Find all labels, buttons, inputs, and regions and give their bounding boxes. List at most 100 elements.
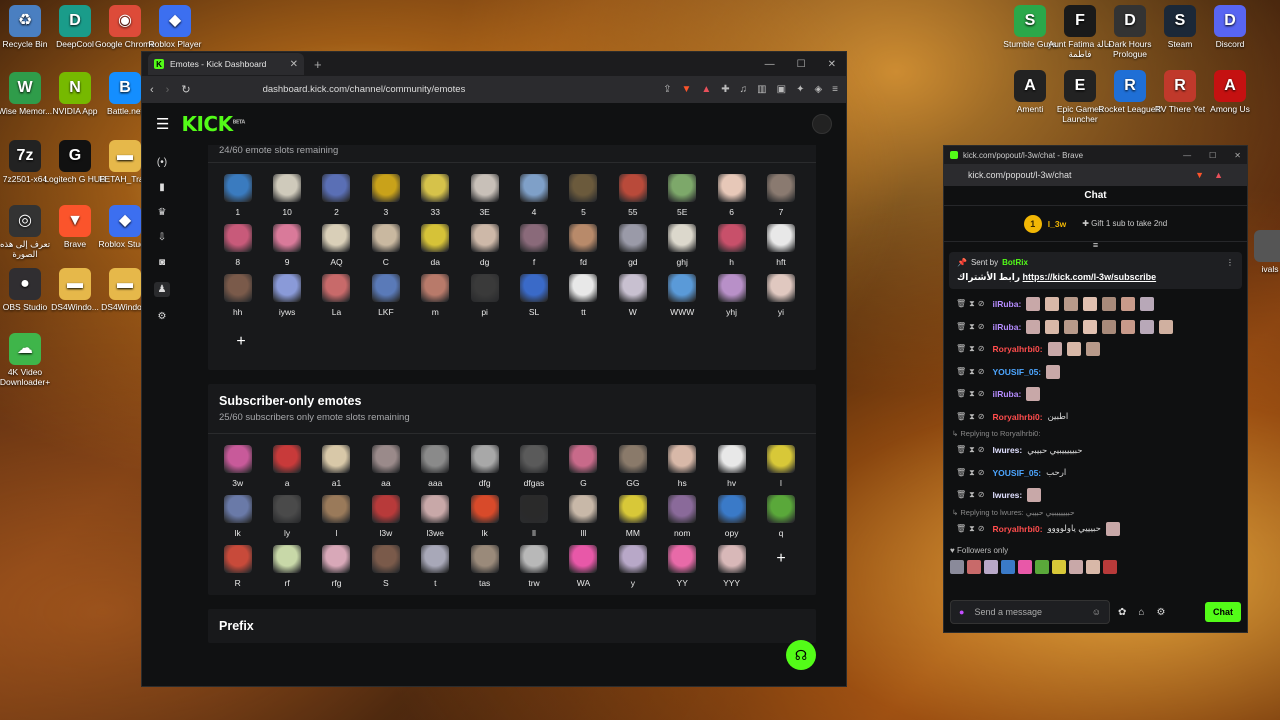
emote-item[interactable]: 33 [411,174,460,218]
wallet-icon[interactable]: ▣ [777,84,786,95]
hamburger-menu-icon[interactable]: ☰ [156,115,169,133]
emote-item[interactable]: hs [658,445,707,489]
emote-item[interactable]: 4 [509,174,558,218]
emote-item[interactable]: G [559,445,608,489]
emote-item[interactable]: a [262,445,311,489]
emote-item[interactable]: 2 [312,174,361,218]
emote-item[interactable]: m [411,274,460,318]
mod-tools-icon[interactable]: 🗑⧗⊘ [956,389,987,399]
emote-item[interactable]: tas [460,545,509,589]
emote-item[interactable]: rf [262,545,311,589]
emote-item[interactable]: lll [559,495,608,539]
emote-item[interactable]: La [312,274,361,318]
chat-username[interactable]: lwures: [992,490,1022,500]
leader-username[interactable]: l_3w [1048,219,1066,229]
mod-tools-icon[interactable]: 🗑⧗⊘ [956,490,987,500]
menu-icon[interactable]: ≡ [832,84,838,95]
mod-tools-icon[interactable]: 🗑⧗⊘ [956,322,987,332]
desktop-icon[interactable]: D Discord [1197,5,1263,50]
emote-item[interactable]: y [608,545,657,589]
emote-item[interactable]: 5E [658,174,707,218]
emote-item[interactable]: pi [460,274,509,318]
pin-options-icon[interactable]: ⋮ [1226,258,1234,267]
microphone-icon[interactable]: ● [959,607,964,617]
support-chat-button[interactable]: ☊ [786,640,816,670]
close-tab-icon[interactable]: ✕ [290,59,298,70]
stream-icon[interactable]: (•) [157,157,167,168]
emote-item[interactable]: yi [756,274,805,318]
close-window-icon[interactable]: ✕ [1234,151,1241,160]
emote-item[interactable]: fd [559,224,608,268]
emote-item[interactable]: LKF [361,274,410,318]
emote-item[interactable]: AQ [312,224,361,268]
emote-item[interactable]: a1 [312,445,361,489]
emote-item[interactable]: 1 [213,174,262,218]
desktop-icon[interactable]: ◆ Roblox Player [142,5,208,50]
emote-item[interactable]: dfg [460,445,509,489]
settings-icon[interactable]: ⚙ [1156,607,1165,618]
emote-item[interactable]: W [608,274,657,318]
trophy-icon[interactable]: ♛ [158,207,167,218]
chat-url[interactable]: kick.com/popout/l-3w/chat [968,170,1072,180]
chat-username[interactable]: ilRuba: [992,389,1021,399]
add-subscriber-emote-button[interactable]: + [756,545,805,589]
emote-item[interactable]: 55 [608,174,657,218]
quick-emote[interactable] [950,560,964,574]
emote-item[interactable]: gd [608,224,657,268]
emote-item[interactable]: hh [213,274,262,318]
mod-tools-icon[interactable]: 🗑⧗⊘ [956,445,987,455]
desktop-icon[interactable]: A Among Us [1197,70,1263,115]
quick-emote[interactable] [1103,560,1117,574]
emote-item[interactable]: dfgas [509,445,558,489]
emote-item[interactable]: da [411,224,460,268]
mod-tools-icon[interactable]: 🗑⧗⊘ [956,367,987,377]
emote-item[interactable]: q [756,495,805,539]
emote-item[interactable]: 3E [460,174,509,218]
quick-emote[interactable] [1086,560,1100,574]
back-icon[interactable]: ‹ [150,84,154,96]
emote-item[interactable]: nom [658,495,707,539]
minimize-icon[interactable]: — [765,59,775,70]
emote-item[interactable]: rfg [312,545,361,589]
reply-context[interactable]: ↳ Replying to Roryalhrbi0: [952,428,1235,439]
close-window-icon[interactable]: ✕ [828,59,836,70]
emote-item[interactable]: lk [213,495,262,539]
emote-item[interactable]: 3 [361,174,410,218]
send-chat-button[interactable]: Chat [1205,602,1241,622]
emote-item[interactable]: l [312,495,361,539]
chat-message[interactable]: 🗑⧗⊘ YOUSIF_05: ارحب [956,462,1235,485]
reload-icon[interactable]: ↻ [181,83,190,96]
emote-item[interactable]: opy [707,495,756,539]
quick-emote[interactable] [1018,560,1032,574]
desktop-icon[interactable]: ☁ 4K Video Downloader+ [0,333,58,388]
avatar[interactable] [812,114,832,134]
emote-item[interactable]: YY [658,545,707,589]
emote-item[interactable]: 6 [707,174,756,218]
emote-item[interactable]: 8 [213,224,262,268]
emote-item[interactable]: l3w [361,495,410,539]
chat-message-field[interactable]: ● Send a message ☺ [950,600,1110,624]
emote-item[interactable]: iyws [262,274,311,318]
quick-emote[interactable] [1001,560,1015,574]
chat-message[interactable]: 🗑⧗⊘ lwures: حبيييييبيي حبيبي [956,439,1235,462]
emote-item[interactable]: GG [608,445,657,489]
chat-username[interactable]: Roryalhrbi0: [992,344,1042,354]
chat-message[interactable]: 🗑⧗⊘ lwures: [956,484,1235,507]
url-field[interactable]: dashboard.kick.com/channel/community/emo… [263,84,466,95]
emote-item[interactable]: yhj [707,274,756,318]
sidebar-icon[interactable]: ▥ [757,84,766,95]
emote-item[interactable]: SL [509,274,558,318]
emote-item[interactable]: aaa [411,445,460,489]
kick-logo[interactable]: KICKBETA [181,112,245,136]
rewards-icon[interactable]: ▲ [701,84,711,95]
emote-item[interactable]: l [756,445,805,489]
community-icon[interactable]: ♟ [153,282,171,297]
emote-item[interactable]: YYY [707,545,756,589]
add-emote-button[interactable]: + [227,328,255,356]
chat-username[interactable]: YOUSIF_05: [992,367,1041,377]
gift-sub-prompt[interactable]: ✚ Gift 1 sub to take 2nd [1082,219,1167,228]
chat-message[interactable]: 🗑⧗⊘ Roryalhrbi0: اطبين [956,406,1235,429]
emote-item[interactable]: lk [460,495,509,539]
brave-shield-icon[interactable]: ▼ [681,84,691,95]
emote-item[interactable]: 9 [262,224,311,268]
